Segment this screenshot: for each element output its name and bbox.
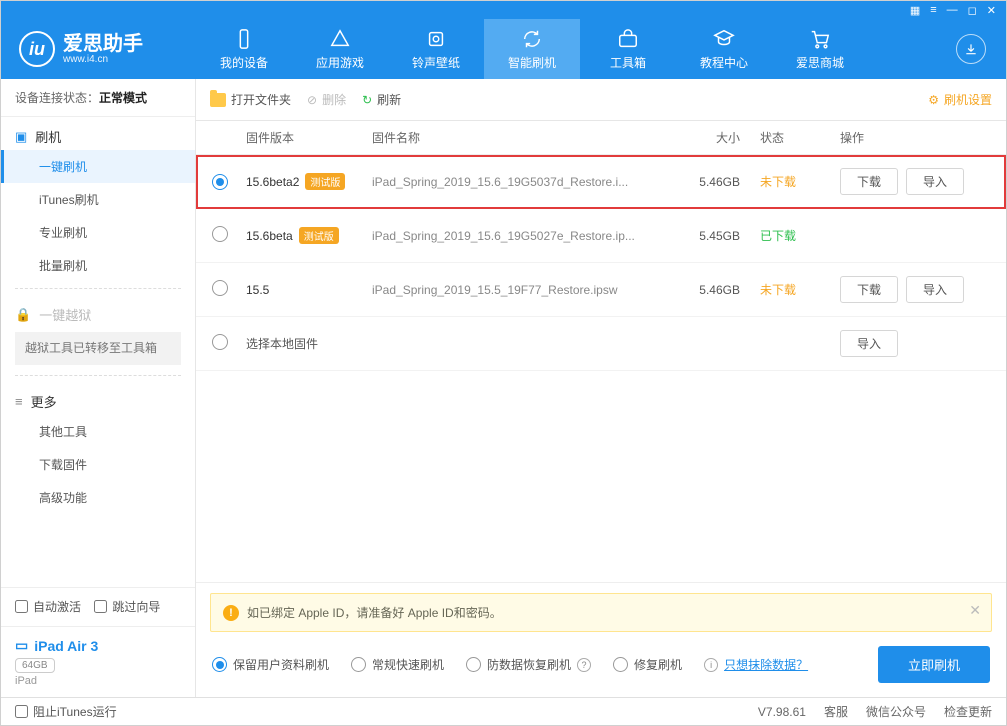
check-update-link[interactable]: 检查更新	[944, 703, 992, 720]
gear-icon: ⚙	[928, 93, 939, 107]
delete-icon: ⊘	[307, 93, 317, 107]
sidebar-item-adv[interactable]: 高级功能	[1, 481, 195, 514]
import-button[interactable]: 导入	[906, 276, 964, 303]
auto-activate-checkbox[interactable]: 自动激活	[15, 598, 81, 615]
sidebar-item-pro[interactable]: 专业刷机	[1, 216, 195, 249]
sidebar-options: 自动激活 跳过向导	[1, 587, 195, 626]
firmware-row[interactable]: 15.6beta测试版 iPad_Spring_2019_15.6_19G502…	[196, 209, 1006, 263]
mode-recover[interactable]: 防数据恢复刷机?	[466, 656, 591, 673]
ipad-icon: ▭	[15, 637, 28, 654]
sidebar-group-more[interactable]: ≡ 更多	[1, 382, 195, 415]
winctrl-menu-icon[interactable]: ≡	[930, 4, 936, 16]
firmware-row[interactable]: 15.6beta2测试版 iPad_Spring_2019_15.6_19G50…	[196, 155, 1006, 209]
flash-group-icon: ▣	[15, 129, 27, 145]
tutorial-icon	[713, 28, 735, 50]
row-radio[interactable]	[212, 174, 228, 190]
ring-icon	[425, 28, 447, 50]
delete-button: ⊘删除	[307, 91, 346, 108]
refresh-icon: ↻	[362, 93, 372, 107]
support-link[interactable]: 客服	[824, 703, 848, 720]
tab-device[interactable]: 我的设备	[196, 19, 292, 79]
tab-flash[interactable]: 智能刷机	[484, 19, 580, 79]
logo: iu 爱思助手 www.i4.cn	[1, 31, 196, 67]
flash-icon	[521, 28, 543, 50]
folder-icon	[210, 93, 226, 107]
nav-tabs: 我的设备应用游戏铃声壁纸智能刷机工具箱教程中心爱思商城	[196, 19, 956, 79]
beta-tag: 测试版	[299, 227, 339, 244]
flash-settings-button[interactable]: ⚙刷机设置	[928, 91, 992, 108]
local-firmware-row[interactable]: 选择本地固件 导入	[196, 317, 1006, 371]
store-icon	[809, 28, 831, 50]
block-itunes-checkbox[interactable]: 阻止iTunes运行	[15, 703, 117, 720]
winctrl-close-icon[interactable]: ✕	[987, 4, 996, 17]
erase-data-link[interactable]: 只想抹除数据？	[724, 656, 808, 673]
tools-icon	[617, 28, 639, 50]
apps-icon	[329, 28, 351, 50]
mode-radio[interactable]	[351, 657, 366, 672]
logo-title: 爱思助手	[63, 34, 143, 54]
mode-radio[interactable]	[613, 657, 628, 672]
row-radio[interactable]	[212, 226, 228, 242]
import-button[interactable]: 导入	[906, 168, 964, 195]
connection-status: 设备连接状态：正常模式	[1, 79, 195, 117]
mode-normal[interactable]: 常规快速刷机	[351, 656, 444, 673]
sidebar-item-other[interactable]: 其他工具	[1, 415, 195, 448]
footer: 阻止iTunes运行 V7.98.61 客服 微信公众号 检查更新	[1, 697, 1006, 725]
row-radio[interactable]	[212, 280, 228, 296]
close-warning-icon[interactable]: ✕	[969, 602, 981, 619]
sidebar: 设备连接状态：正常模式 ▣ 刷机 一键刷机iTunes刷机专业刷机批量刷机 🔒 …	[1, 79, 196, 697]
info-icon[interactable]: ?	[577, 658, 591, 672]
radio-local[interactable]	[212, 334, 228, 350]
appleid-warning: ! 如已绑定 Apple ID，请准备好 Apple ID和密码。 ✕	[210, 593, 992, 632]
logo-subtitle: www.i4.cn	[63, 54, 143, 65]
warning-icon: !	[223, 605, 239, 621]
skip-guide-checkbox[interactable]: 跳过向导	[94, 598, 160, 615]
flash-modes: 保留用户资料刷机 常规快速刷机 防数据恢复刷机? 修复刷机 i 只想抹除数据？ 立即刷机	[196, 632, 1006, 697]
window-controls: ▦ ≡ — ◻ ✕	[1, 1, 1006, 19]
sidebar-item-dlfw[interactable]: 下载固件	[1, 448, 195, 481]
download-button[interactable]: 下载	[840, 276, 898, 303]
storage-badge: 64GB	[15, 658, 55, 673]
device-icon	[233, 28, 255, 50]
more-icon: ≡	[15, 394, 23, 409]
header: iu 爱思助手 www.i4.cn 我的设备应用游戏铃声壁纸智能刷机工具箱教程中…	[1, 19, 1006, 79]
tab-apps[interactable]: 应用游戏	[292, 19, 388, 79]
logo-icon: iu	[19, 31, 55, 67]
sidebar-group-jailbreak: 🔒 一键越狱	[1, 295, 195, 328]
version-label: V7.98.61	[758, 705, 806, 719]
sidebar-group-flash[interactable]: ▣ 刷机	[1, 117, 195, 150]
tab-tutorial[interactable]: 教程中心	[676, 19, 772, 79]
tab-ring[interactable]: 铃声壁纸	[388, 19, 484, 79]
lock-icon: 🔒	[15, 307, 31, 323]
winctrl-maximize-icon[interactable]: ◻	[968, 4, 977, 17]
sidebar-item-oneclick[interactable]: 一键刷机	[1, 150, 195, 183]
mode-keep[interactable]: 保留用户资料刷机	[212, 656, 329, 673]
flash-now-button[interactable]: 立即刷机	[878, 646, 990, 683]
winctrl-grid-icon[interactable]: ▦	[910, 4, 920, 17]
mode-radio[interactable]	[466, 657, 481, 672]
open-folder-button[interactable]: 打开文件夹	[210, 91, 291, 108]
beta-tag: 测试版	[305, 173, 345, 190]
info-icon[interactable]: i	[704, 658, 718, 672]
content: 打开文件夹 ⊘删除 ↻刷新 ⚙刷机设置 固件版本 固件名称 大小 状态 操作 1…	[196, 79, 1006, 697]
refresh-button[interactable]: ↻刷新	[362, 91, 401, 108]
table-header: 固件版本 固件名称 大小 状态 操作	[196, 121, 1006, 155]
sidebar-item-batch[interactable]: 批量刷机	[1, 249, 195, 282]
wechat-link[interactable]: 微信公众号	[866, 703, 926, 720]
winctrl-minimize-icon[interactable]: —	[947, 4, 958, 16]
device-info[interactable]: ▭iPad Air 3 64GB iPad	[1, 626, 195, 697]
import-local-button[interactable]: 导入	[840, 330, 898, 357]
tab-store[interactable]: 爱思商城	[772, 19, 868, 79]
mode-repair[interactable]: 修复刷机	[613, 656, 682, 673]
tab-tools[interactable]: 工具箱	[580, 19, 676, 79]
jailbreak-note: 越狱工具已转移至工具箱	[15, 332, 181, 365]
mode-radio[interactable]	[212, 657, 227, 672]
download-button[interactable]: 下载	[840, 168, 898, 195]
firmware-row[interactable]: 15.5 iPad_Spring_2019_15.5_19F77_Restore…	[196, 263, 1006, 317]
toolbar: 打开文件夹 ⊘删除 ↻刷新 ⚙刷机设置	[196, 79, 1006, 121]
sidebar-item-itunes[interactable]: iTunes刷机	[1, 183, 195, 216]
download-manager-icon[interactable]	[956, 34, 986, 64]
